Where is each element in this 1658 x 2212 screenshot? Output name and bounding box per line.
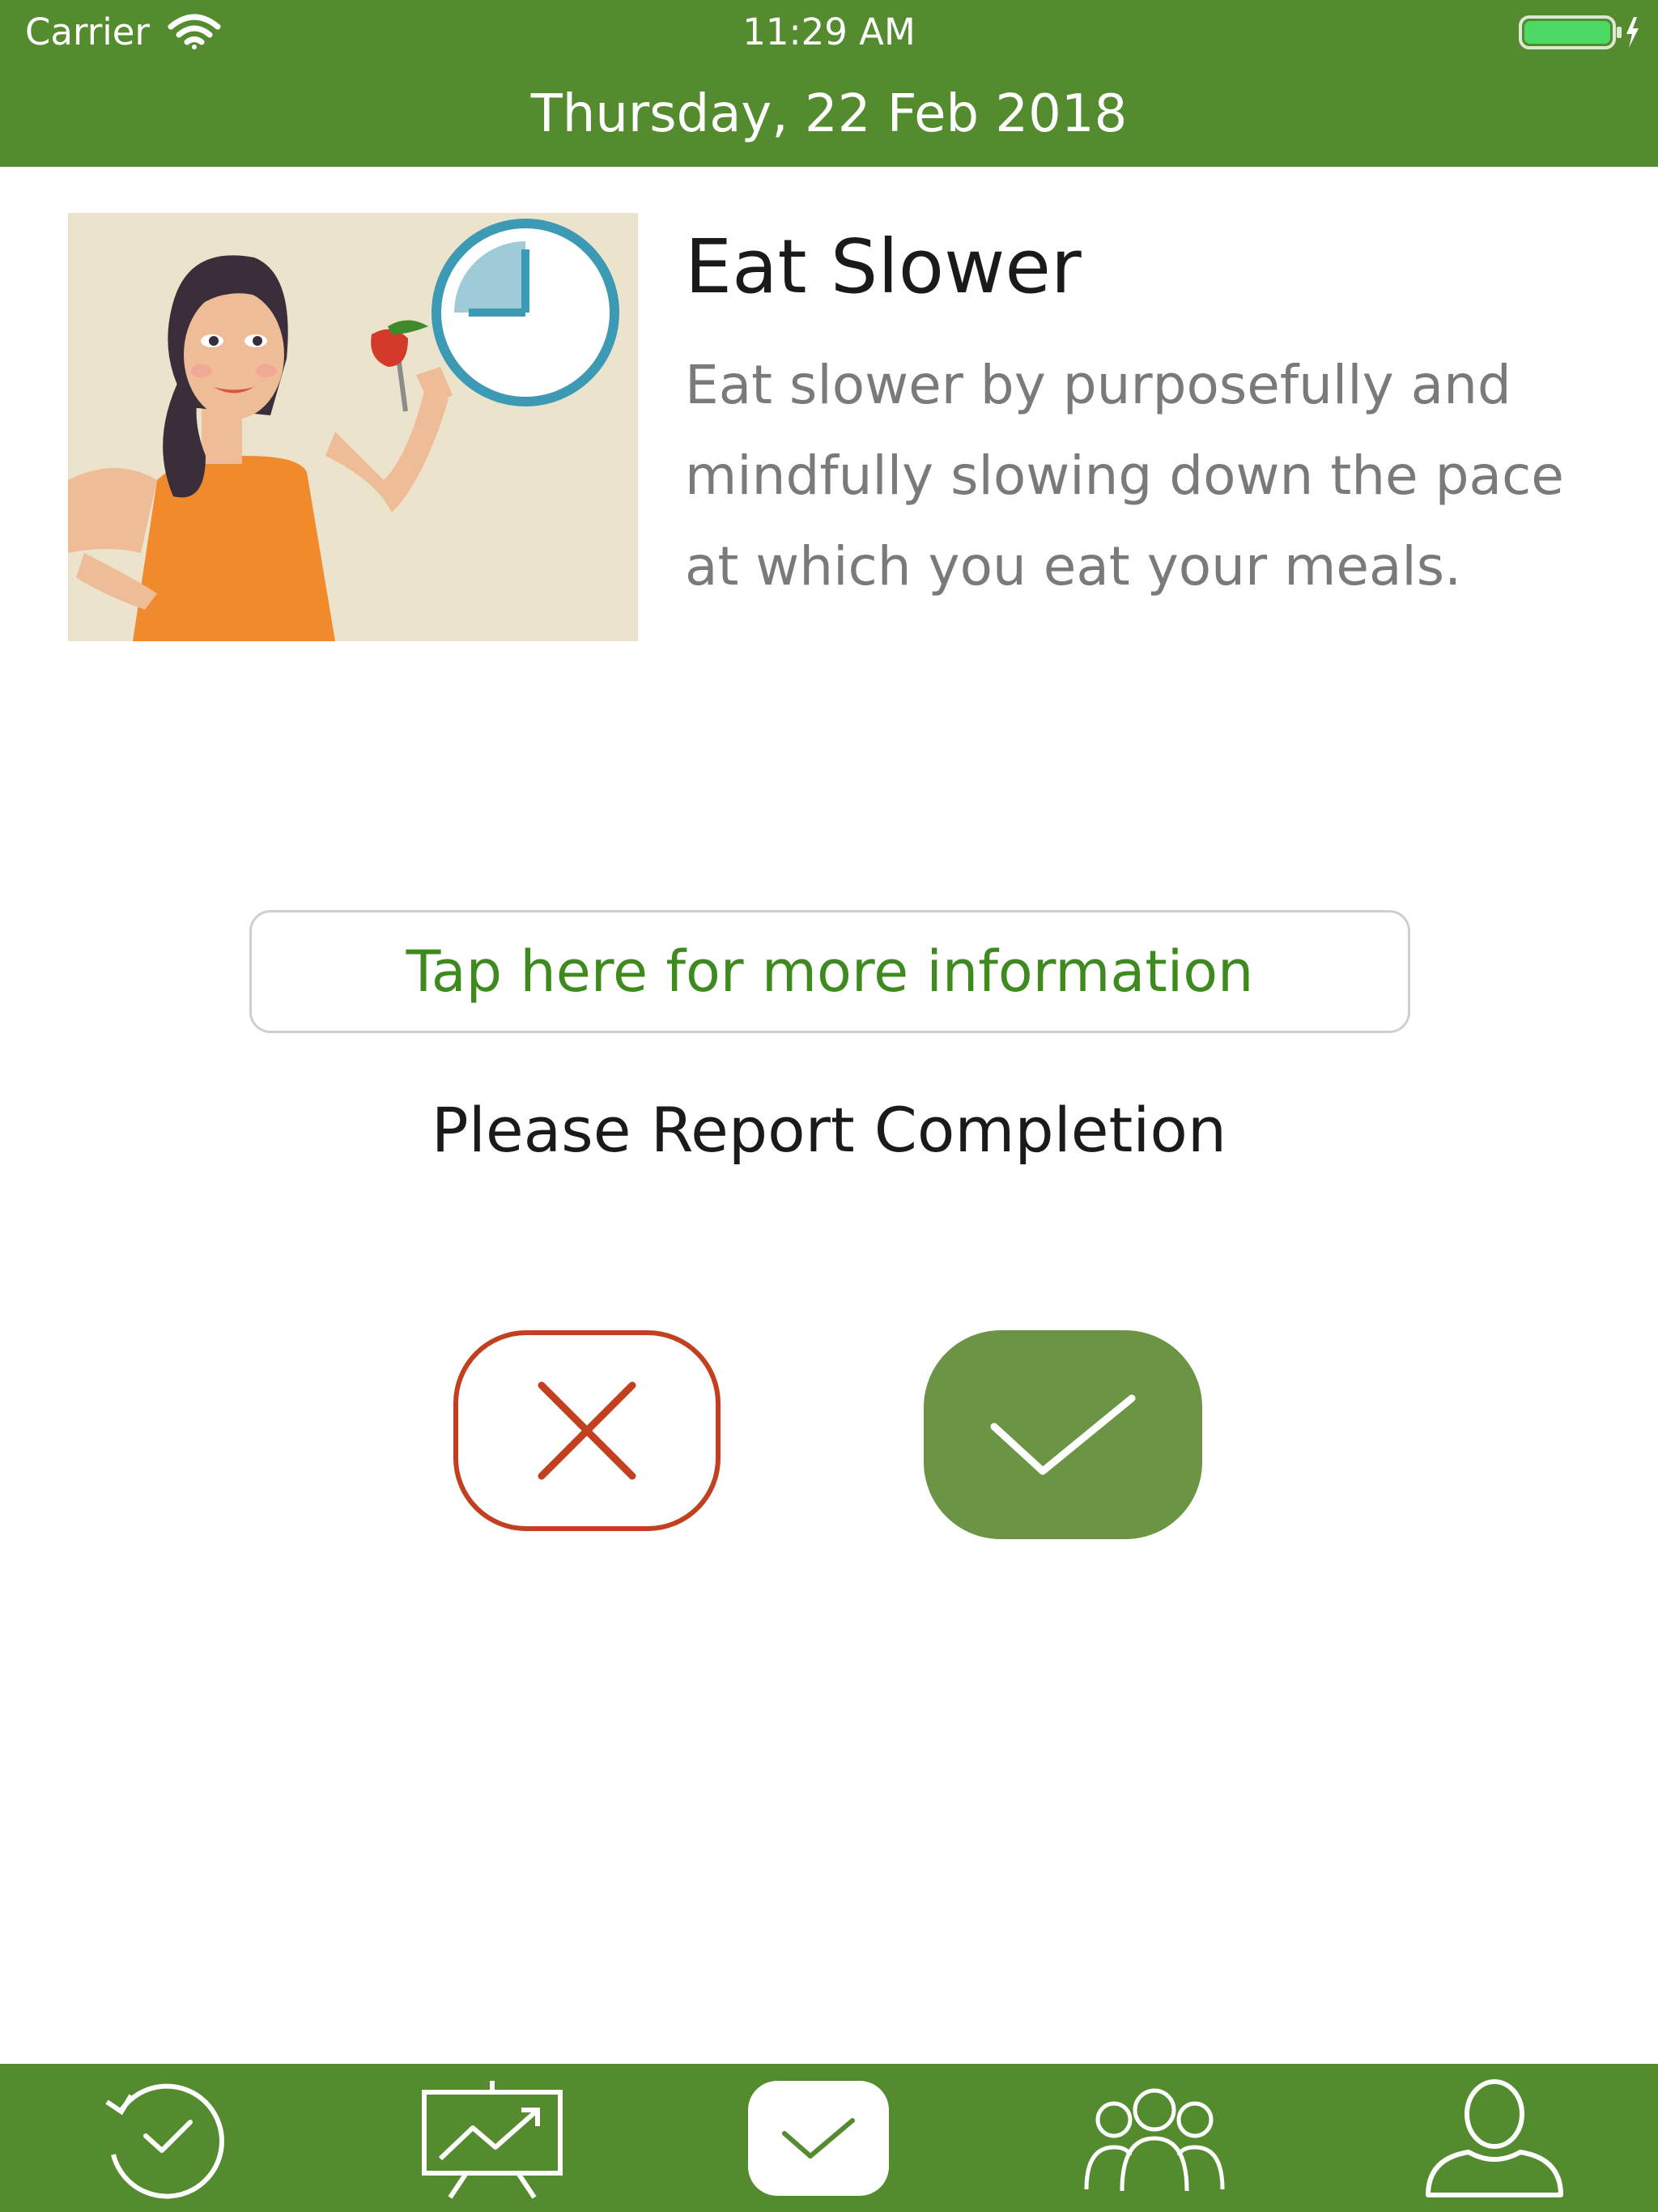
report-completion-label: Please Report Completion	[431, 1093, 1227, 1166]
tab-profile[interactable]	[1389, 2064, 1600, 2212]
more-info-button[interactable]: Tap here for more information	[249, 910, 1410, 1033]
woman-eating-slowly-illustration	[68, 213, 638, 641]
tip-description: Eat slower by purposefully and mindfully…	[685, 354, 1564, 598]
checkmark-icon	[990, 1394, 1136, 1475]
battery-charging-icon	[1519, 15, 1639, 49]
tip-title: Eat Slower	[685, 223, 1082, 310]
tab-community[interactable]	[1049, 2064, 1260, 2212]
tab-bar	[0, 2064, 1658, 2212]
progress-chart-icon	[422, 2080, 563, 2199]
history-icon	[105, 2083, 224, 2199]
not-completed-button[interactable]	[453, 1330, 721, 1531]
header-date: Thursday, 22 Feb 2018	[530, 84, 1128, 144]
status-time: 11:29 AM	[742, 10, 916, 53]
checkmark-icon	[782, 2117, 855, 2159]
header-bar: Carrier 11:29 AM Thursday, 22 Feb 2018	[0, 0, 1658, 167]
battery-indicator	[1519, 11, 1640, 53]
profile-icon	[1426, 2078, 1563, 2197]
tab-progress[interactable]	[387, 2064, 597, 2212]
tab-history[interactable]	[58, 2064, 269, 2212]
close-icon	[538, 1381, 636, 1480]
completed-button[interactable]	[924, 1330, 1202, 1539]
active-tab-indicator	[748, 2080, 889, 2196]
screen: Carrier 11:29 AM Thursday, 22 Feb 2018 E…	[0, 0, 1658, 2212]
community-icon	[1084, 2088, 1225, 2191]
tab-checkin-active[interactable]	[713, 2064, 924, 2212]
